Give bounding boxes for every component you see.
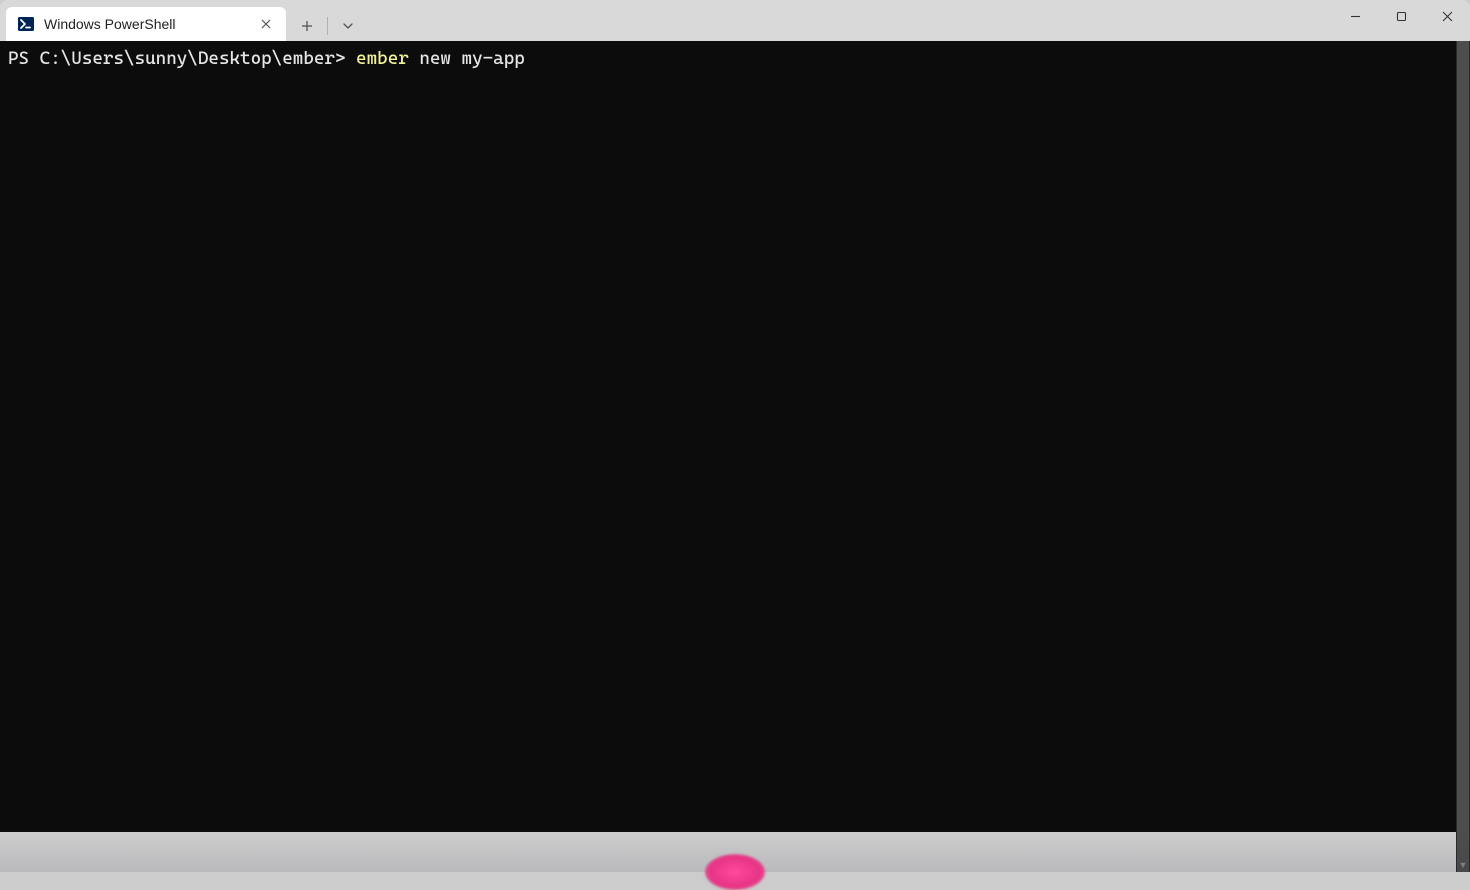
chevron-down-icon	[343, 23, 353, 29]
close-window-button[interactable]	[1424, 0, 1470, 32]
tab-divider	[327, 17, 328, 35]
plus-icon	[301, 20, 313, 32]
prompt-text: PS C:\Users\sunny\Desktop\ember>	[8, 48, 356, 69]
vertical-scrollbar[interactable]: ▲ ▼	[1456, 41, 1470, 832]
scrollbar-thumb[interactable]	[1457, 41, 1469, 832]
maximize-icon	[1396, 11, 1407, 22]
minimize-icon	[1350, 11, 1361, 22]
tab-title: Windows PowerShell	[44, 16, 246, 32]
titlebar: Windows PowerShell	[0, 0, 1470, 41]
tab-dropdown-button[interactable]	[331, 11, 365, 41]
tab-strip: Windows PowerShell	[0, 0, 1332, 41]
terminal-line: PS C:\Users\sunny\Desktop\ember> ember n…	[8, 47, 1462, 71]
maximize-button[interactable]	[1378, 0, 1424, 32]
powershell-icon	[18, 16, 34, 32]
command-keyword: ember	[356, 48, 409, 69]
command-args: new my-app	[409, 48, 525, 69]
new-tab-button[interactable]	[290, 11, 324, 41]
close-icon	[1442, 11, 1453, 22]
close-tab-button[interactable]	[256, 14, 276, 34]
tab-powershell[interactable]: Windows PowerShell	[6, 7, 286, 41]
window-controls	[1332, 0, 1470, 41]
close-icon	[261, 19, 271, 29]
taskbar-edge	[0, 832, 1470, 872]
taskbar-app-hint	[705, 854, 765, 890]
terminal-viewport[interactable]: PS C:\Users\sunny\Desktop\ember> ember n…	[0, 41, 1470, 832]
tab-actions	[286, 11, 365, 41]
terminal-window: Windows PowerShell	[0, 0, 1470, 832]
minimize-button[interactable]	[1332, 0, 1378, 32]
